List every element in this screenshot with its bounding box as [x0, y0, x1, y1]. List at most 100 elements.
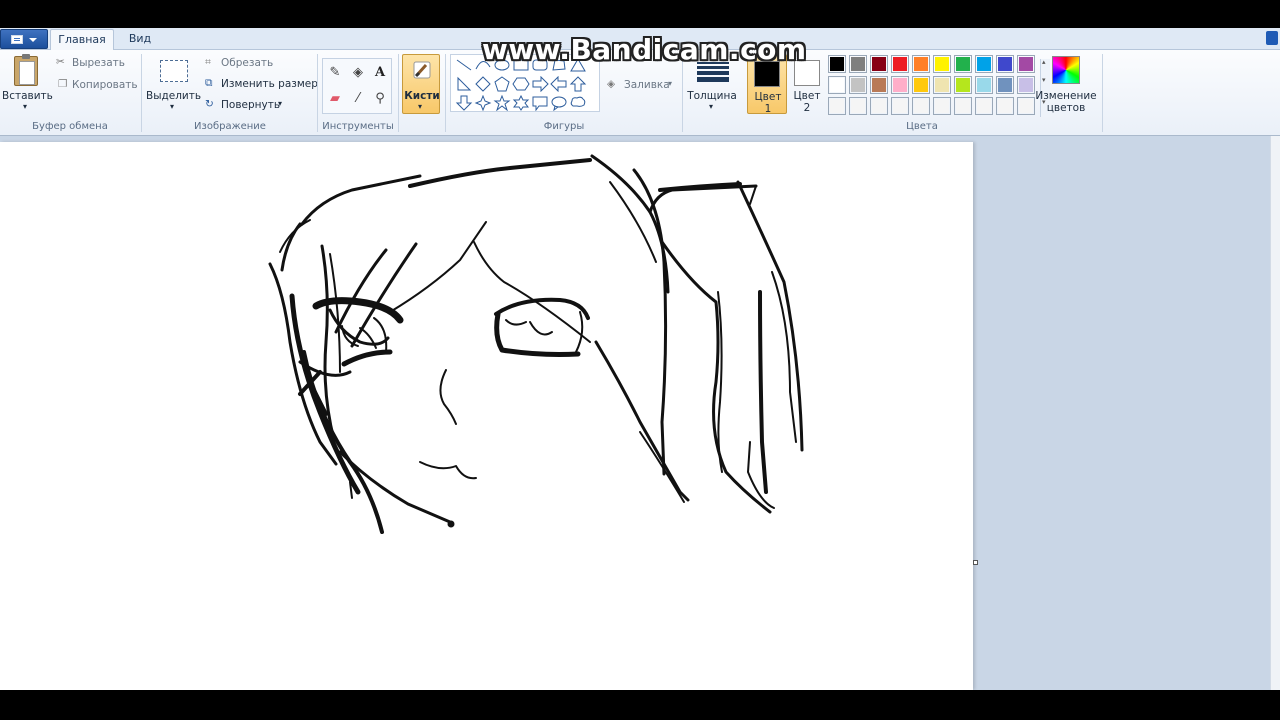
palette-color-swatch[interactable]: [912, 76, 930, 94]
brush-cursor-icon: [447, 520, 455, 528]
screen: Главная Вид Вставить ▾ ✂ Вырезать ❐ Копи…: [0, 0, 1280, 720]
palette-color-swatch[interactable]: [954, 97, 972, 115]
edit-colors-button[interactable]: Изменение: [1034, 90, 1098, 102]
palette-color-swatch[interactable]: [996, 55, 1014, 73]
group-label-colors: Цвета: [906, 121, 938, 132]
select-icon[interactable]: [160, 60, 188, 82]
letterbox-bottom: [0, 690, 1280, 720]
palette-color-swatch[interactable]: [996, 97, 1014, 115]
palette-color-swatch[interactable]: [975, 76, 993, 94]
eraser-icon[interactable]: ▰: [324, 88, 346, 108]
palette-color-swatch[interactable]: [870, 55, 888, 73]
rotate-icon: ↻: [205, 98, 214, 110]
group-label-clipboard: Буфер обмена: [32, 121, 108, 132]
sketch-drawing: [268, 154, 804, 534]
scissors-icon: ✂: [56, 56, 65, 68]
brush-icon: [413, 61, 431, 79]
edit-colors-icon[interactable]: [1052, 56, 1080, 84]
vertical-scrollbar[interactable]: [1270, 136, 1280, 690]
six-point-star-shape-icon[interactable]: [512, 94, 530, 111]
brushes-button[interactable]: Кисти ▾: [402, 54, 440, 114]
canvas-resize-handle[interactable]: [973, 560, 978, 565]
rect-callout-shape-icon[interactable]: [531, 95, 549, 112]
paste-icon[interactable]: [14, 54, 38, 86]
up-arrow-shape-icon[interactable]: [569, 76, 587, 92]
palette-color-swatch[interactable]: [870, 97, 888, 115]
scroll-up-icon[interactable]: ▴: [1042, 58, 1046, 66]
chevron-down-icon: [29, 38, 37, 42]
drawing-canvas[interactable]: [0, 142, 973, 690]
select-button[interactable]: Выделить: [146, 90, 201, 102]
thickness-button[interactable]: Толщина: [684, 90, 740, 102]
palette-color-swatch[interactable]: [828, 55, 846, 73]
bandicam-watermark: www.Bandicam.com: [482, 33, 807, 66]
fill-bucket-icon[interactable]: ◈: [347, 62, 369, 82]
palette-color-swatch[interactable]: [828, 97, 846, 115]
diamond-shape-icon[interactable]: [474, 76, 492, 92]
palette-color-swatch[interactable]: [975, 55, 993, 73]
edit-colors-label-line2: цветов: [1046, 102, 1086, 114]
palette-color-swatch[interactable]: [933, 76, 951, 94]
paint-menu-button[interactable]: [0, 29, 48, 49]
copy-button[interactable]: Копировать: [72, 79, 138, 91]
scroll-down-icon[interactable]: ▾: [1042, 76, 1046, 84]
four-point-star-shape-icon[interactable]: [474, 94, 492, 112]
color2-label[interactable]: Цвет: [789, 90, 825, 102]
group-separator: [141, 54, 142, 132]
palette-color-swatch[interactable]: [933, 55, 951, 73]
palette-color-swatch[interactable]: [891, 76, 909, 94]
paste-button[interactable]: Вставить: [2, 90, 53, 102]
palette-color-swatch[interactable]: [954, 76, 972, 94]
tab-view[interactable]: Вид: [118, 29, 162, 51]
pencil-icon[interactable]: ✎: [324, 62, 346, 82]
palette-color-swatch[interactable]: [891, 55, 909, 73]
palette-color-swatch[interactable]: [849, 76, 867, 94]
thickness-dropdown-icon[interactable]: ▾: [709, 102, 713, 111]
palette-color-swatch[interactable]: [1017, 55, 1035, 73]
crop-button[interactable]: Обрезать: [221, 57, 273, 69]
down-arrow-shape-icon[interactable]: [455, 95, 473, 111]
fill-button[interactable]: Заливка: [624, 79, 670, 91]
palette-color-swatch[interactable]: [849, 97, 867, 115]
group-label-image: Изображение: [194, 121, 266, 132]
resize-button[interactable]: Изменить размер: [221, 78, 318, 90]
five-point-star-shape-icon[interactable]: [493, 94, 511, 112]
palette-color-swatch[interactable]: [870, 76, 888, 94]
palette-color-swatch[interactable]: [1017, 97, 1035, 115]
right-arrow-shape-icon[interactable]: [531, 75, 549, 93]
tab-home[interactable]: Главная: [50, 29, 114, 51]
copy-icon: ❐: [58, 78, 68, 90]
text-tool-icon[interactable]: A: [369, 62, 391, 82]
palette-color-swatch[interactable]: [912, 55, 930, 73]
help-icon[interactable]: [1266, 31, 1278, 45]
group-label-tools: Инструменты: [322, 121, 394, 132]
palette-color-swatch[interactable]: [996, 76, 1014, 94]
palette-color-swatch[interactable]: [933, 97, 951, 115]
cloud-callout-shape-icon[interactable]: [569, 95, 587, 111]
pentagon-shape-icon[interactable]: [493, 76, 511, 92]
group-label-shapes: Фигуры: [543, 121, 585, 132]
left-arrow-shape-icon[interactable]: [550, 75, 568, 93]
paste-dropdown-icon[interactable]: ▾: [23, 102, 27, 111]
right-triangle-shape-icon[interactable]: [455, 76, 473, 92]
palette-color-swatch[interactable]: [912, 97, 930, 115]
palette-color-swatch[interactable]: [849, 55, 867, 73]
oval-callout-shape-icon[interactable]: [550, 95, 568, 112]
rotate-dropdown-icon[interactable]: ▾: [278, 99, 282, 108]
color-picker-icon[interactable]: ⁄: [347, 88, 369, 108]
rotate-button[interactable]: Повернуть: [221, 99, 280, 111]
fill-icon: ◈: [607, 78, 616, 90]
palette-color-swatch[interactable]: [954, 55, 972, 73]
magnifier-icon[interactable]: ⚲: [369, 88, 391, 108]
palette-color-swatch[interactable]: [1017, 76, 1035, 94]
cut-button[interactable]: Вырезать: [72, 57, 125, 69]
hexagon-shape-icon[interactable]: [512, 76, 530, 92]
palette-color-swatch[interactable]: [975, 97, 993, 115]
fill-dropdown-icon[interactable]: ▾: [668, 79, 672, 88]
group-separator: [1102, 54, 1103, 132]
letterbox-top: [0, 0, 1280, 28]
palette-color-swatch[interactable]: [828, 76, 846, 94]
palette-color-swatch[interactable]: [891, 97, 909, 115]
line-shape-icon[interactable]: [455, 57, 473, 73]
select-dropdown-icon[interactable]: ▾: [170, 102, 174, 111]
